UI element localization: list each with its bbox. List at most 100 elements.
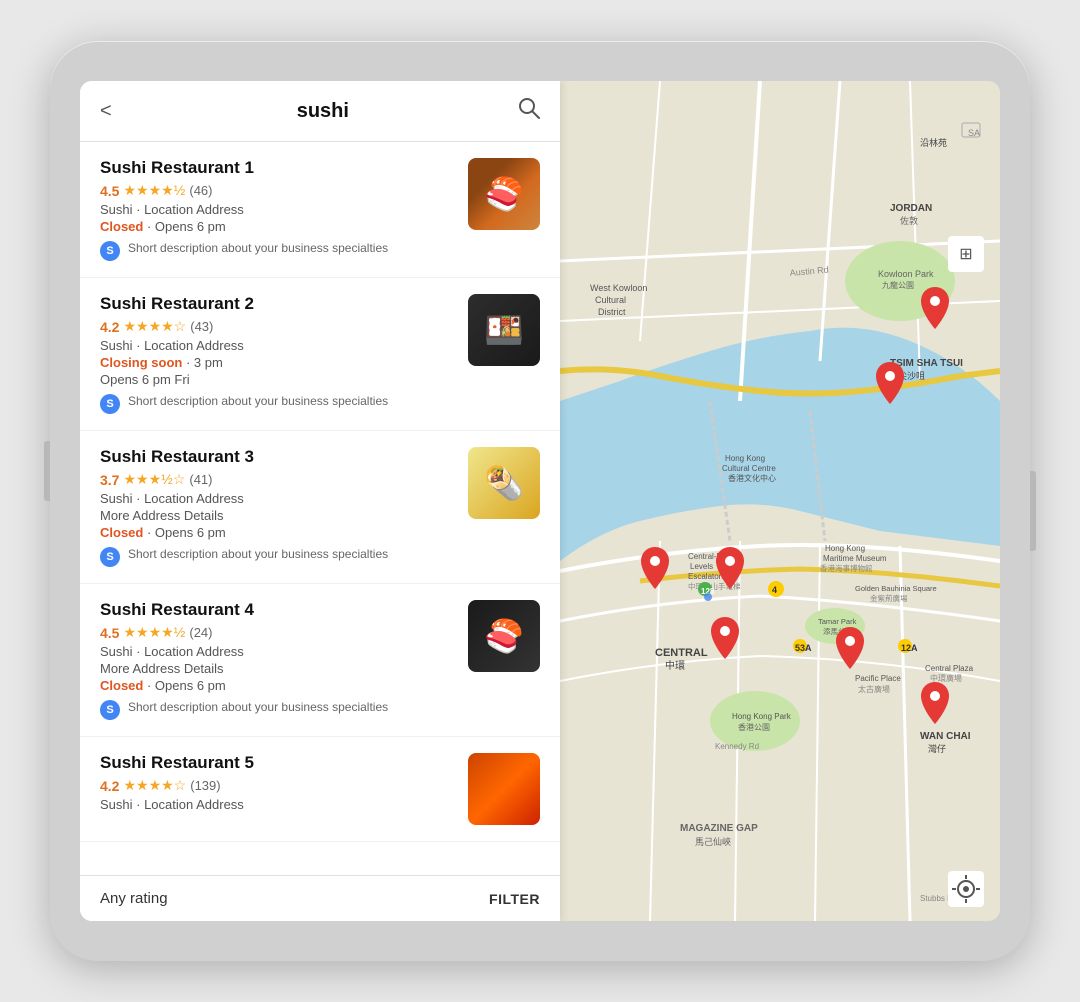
svg-text:金紫荊廣場: 金紫荊廣場 [870, 593, 908, 603]
address-line1: Sushi · Location Address [100, 338, 456, 353]
result-item-5[interactable]: Sushi Restaurant 5 4.2 ★★★★☆ (139) Sushi… [80, 737, 560, 842]
rating-number: 4.5 [100, 183, 119, 199]
map-view: Austin Rd Kowloon Park 九龍公園 TSIM SHA TSU… [560, 81, 1000, 921]
map-panel[interactable]: Austin Rd Kowloon Park 九龍公園 TSIM SHA TSU… [560, 81, 1000, 921]
rating-row: 4.2 ★★★★☆ (139) [100, 777, 456, 794]
svg-text:Central Plaza: Central Plaza [925, 664, 974, 673]
address-line1: Sushi · Location Address [100, 644, 456, 659]
description-text: Short description about your business sp… [128, 546, 388, 563]
filter-button[interactable]: FILTER [489, 891, 540, 907]
status-note: · Opens 6 pm [147, 219, 226, 234]
stars: ★★★★☆ [123, 318, 186, 335]
restaurant-image [468, 600, 540, 672]
review-count: (139) [190, 778, 220, 793]
svg-text:Maritime Museum: Maritime Museum [823, 554, 887, 563]
svg-text:Cultural Centre: Cultural Centre [722, 464, 776, 473]
volume-button[interactable] [44, 441, 50, 501]
status-badge: Closed [100, 525, 143, 540]
result-item-1[interactable]: Sushi Restaurant 1 4.5 ★★★★½ (46) Sushi … [80, 142, 560, 278]
tablet-frame: < sushi Sushi Restaurant 1 4.5 ★★★★½ (46… [50, 41, 1030, 961]
svg-text:WAN CHAI: WAN CHAI [920, 731, 971, 742]
svg-text:Pacific Place: Pacific Place [855, 674, 901, 683]
back-button[interactable]: < [100, 100, 112, 123]
svg-text:Hong Kong Park: Hong Kong Park [732, 712, 792, 721]
result-content: Sushi Restaurant 5 4.2 ★★★★☆ (139) Sushi… [100, 753, 456, 814]
stars: ★★★★½ [123, 182, 185, 199]
results-list: Sushi Restaurant 1 4.5 ★★★★½ (46) Sushi … [80, 142, 560, 875]
svg-text:佐敦: 佐敦 [900, 215, 918, 226]
result-content: Sushi Restaurant 1 4.5 ★★★★½ (46) Sushi … [100, 158, 456, 261]
description-row: S Short description about your business … [100, 393, 456, 414]
restaurant-name: Sushi Restaurant 3 [100, 447, 456, 467]
restaurant-name: Sushi Restaurant 2 [100, 294, 456, 314]
svg-text:Hong Kong: Hong Kong [825, 544, 865, 553]
search-footer: Any rating FILTER [80, 875, 560, 921]
svg-text:中環廣場: 中環廣場 [930, 673, 962, 683]
rating-number: 3.7 [100, 472, 119, 488]
restaurant-name: Sushi Restaurant 1 [100, 158, 456, 178]
svg-text:Cultural: Cultural [595, 295, 626, 305]
rating-number: 4.2 [100, 319, 119, 335]
restaurant-name: Sushi Restaurant 5 [100, 753, 456, 773]
description-text: Short description about your business sp… [128, 240, 388, 257]
status-note: · 3 pm [186, 355, 223, 370]
svg-text:九龍公園: 九龍公園 [882, 280, 914, 290]
search-title: sushi [128, 100, 518, 123]
description-text: Short description about your business sp… [128, 393, 388, 410]
result-content: Sushi Restaurant 2 4.2 ★★★★☆ (43) Sushi … [100, 294, 456, 414]
description-row: S Short description about your business … [100, 240, 456, 261]
svg-text:⊞: ⊞ [959, 246, 972, 263]
review-count: (41) [189, 472, 212, 487]
result-content: Sushi Restaurant 3 3.7 ★★★½☆ (41) Sushi … [100, 447, 456, 567]
svg-text:District: District [598, 307, 626, 317]
result-item-4[interactable]: Sushi Restaurant 4 4.5 ★★★★½ (24) Sushi … [80, 584, 560, 737]
svg-text:12A: 12A [901, 643, 918, 653]
s-icon: S [100, 394, 120, 414]
svg-text:JORDAN: JORDAN [890, 203, 932, 214]
restaurant-image [468, 294, 540, 366]
svg-text:灣仔: 灣仔 [928, 743, 946, 754]
svg-text:Levels: Levels [690, 562, 713, 571]
home-button[interactable] [1030, 471, 1036, 551]
result-item-3[interactable]: Sushi Restaurant 3 3.7 ★★★½☆ (41) Sushi … [80, 431, 560, 584]
svg-text:沿林苑: 沿林苑 [920, 137, 947, 148]
address-line2: More Address Details [100, 508, 456, 523]
rating-filter[interactable]: Any rating [100, 890, 168, 907]
rating-row: 3.7 ★★★½☆ (41) [100, 471, 456, 488]
status-line: Closed · Opens 6 pm [100, 219, 456, 234]
description-text: Short description about your business sp… [128, 699, 388, 716]
svg-text:West Kowloon: West Kowloon [590, 283, 647, 293]
svg-text:Tamar Park: Tamar Park [818, 617, 857, 626]
rating-row: 4.5 ★★★★½ (24) [100, 624, 456, 641]
svg-text:Hong Kong: Hong Kong [725, 454, 765, 463]
tablet-screen: < sushi Sushi Restaurant 1 4.5 ★★★★½ (46… [80, 81, 1000, 921]
address-line1: Sushi · Location Address [100, 202, 456, 217]
restaurant-name: Sushi Restaurant 4 [100, 600, 456, 620]
svg-text:香港文化中心: 香港文化中心 [728, 473, 776, 483]
svg-text:馬己仙峽: 馬己仙峽 [695, 836, 731, 847]
search-icon-button[interactable] [518, 97, 540, 125]
search-icon [518, 97, 540, 119]
s-icon: S [100, 700, 120, 720]
rating-row: 4.5 ★★★★½ (46) [100, 182, 456, 199]
svg-text:CENTRAL: CENTRAL [655, 647, 708, 659]
rating-number: 4.2 [100, 778, 119, 794]
review-count: (24) [189, 625, 212, 640]
stars: ★★★½☆ [123, 471, 185, 488]
address-line1: Sushi · Location Address [100, 797, 456, 812]
s-icon: S [100, 547, 120, 567]
restaurant-image [468, 158, 540, 230]
svg-text:中環: 中環 [665, 659, 685, 672]
result-item-2[interactable]: Sushi Restaurant 2 4.2 ★★★★☆ (43) Sushi … [80, 278, 560, 431]
status-badge: Closing soon [100, 355, 182, 370]
svg-text:4: 4 [772, 585, 777, 595]
status-line: Closed · Opens 6 pm [100, 678, 456, 693]
description-row: S Short description about your business … [100, 546, 456, 567]
review-count: (43) [190, 319, 213, 334]
svg-text:53A: 53A [795, 643, 812, 653]
address-line1: Sushi · Location Address [100, 491, 456, 506]
restaurant-image [468, 753, 540, 825]
result-content: Sushi Restaurant 4 4.5 ★★★★½ (24) Sushi … [100, 600, 456, 720]
svg-text:Kowloon Park: Kowloon Park [878, 269, 934, 279]
restaurant-image [468, 447, 540, 519]
